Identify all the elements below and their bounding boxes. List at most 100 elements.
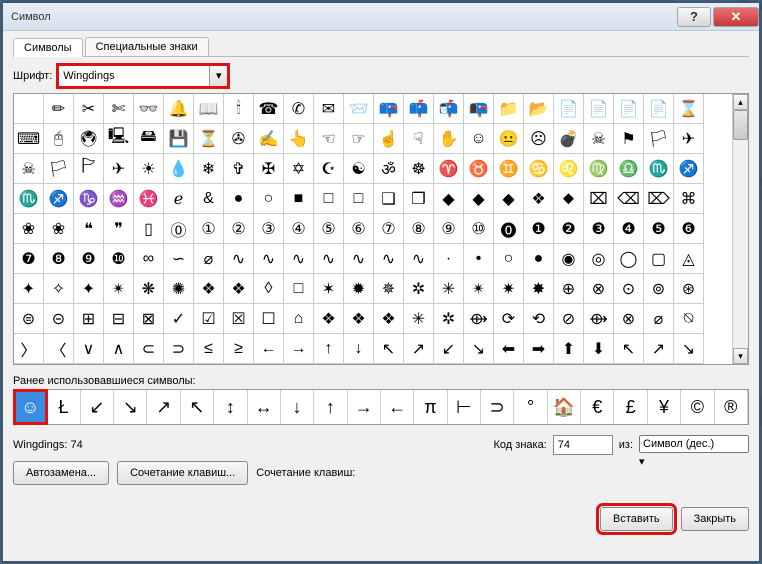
symbol-cell[interactable]: ❄: [194, 154, 224, 184]
symbol-cell[interactable]: 💣: [554, 124, 584, 154]
symbol-cell[interactable]: □: [344, 184, 374, 214]
symbol-cell[interactable]: ❻: [674, 214, 704, 244]
symbol-cell[interactable]: ❾: [74, 244, 104, 274]
symbol-cell[interactable]: ♒: [104, 184, 134, 214]
symbol-cell[interactable]: ✲: [404, 274, 434, 304]
recent-symbol-cell[interactable]: °: [514, 390, 547, 424]
recent-symbol-cell[interactable]: ⊃: [481, 390, 514, 424]
symbol-cell[interactable]: ∽: [164, 244, 194, 274]
symbol-cell[interactable]: ✦: [14, 274, 44, 304]
symbol-cell[interactable]: 📄: [644, 94, 674, 124]
symbol-cell[interactable]: ❑: [374, 184, 404, 214]
symbol-cell[interactable]: ⓿: [494, 214, 524, 244]
symbol-cell[interactable]: 📬: [434, 94, 464, 124]
symbol-cell[interactable]: ☎: [254, 94, 284, 124]
scrollbar[interactable]: ▴ ▾: [732, 94, 748, 364]
symbol-cell[interactable]: ⑨: [434, 214, 464, 244]
symbol-cell[interactable]: ⊟: [104, 304, 134, 334]
symbol-cell[interactable]: □: [284, 274, 314, 304]
symbol-cell[interactable]: 🖳: [104, 124, 134, 154]
symbol-cell[interactable]: ✺: [164, 274, 194, 304]
symbol-cell[interactable]: ⌧: [584, 184, 614, 214]
charset-combo[interactable]: ▾: [639, 435, 749, 455]
symbol-cell[interactable]: ✇: [224, 124, 254, 154]
symbol-cell[interactable]: ☸: [404, 154, 434, 184]
symbol-cell[interactable]: ⊞: [74, 304, 104, 334]
recent-symbol-cell[interactable]: €: [581, 390, 614, 424]
shortcut-button[interactable]: Сочетание клавиш...: [117, 461, 248, 485]
symbol-cell[interactable]: ↓: [344, 334, 374, 364]
symbol-cell[interactable]: ⚑: [614, 124, 644, 154]
symbol-cell[interactable]: ⊗: [614, 304, 644, 334]
symbol-cell[interactable]: 👓: [134, 94, 164, 124]
recent-symbol-cell[interactable]: ©: [681, 390, 714, 424]
symbol-cell[interactable]: ⊗: [584, 274, 614, 304]
symbol-cell[interactable]: ✏: [44, 94, 74, 124]
symbol-cell[interactable]: 🔔: [164, 94, 194, 124]
font-input[interactable]: [59, 66, 209, 86]
symbol-cell[interactable]: ⑦: [374, 214, 404, 244]
symbol-cell[interactable]: ⌀: [644, 304, 674, 334]
symbol-cell[interactable]: ⌛: [674, 94, 704, 124]
symbol-cell[interactable]: ⌘: [674, 184, 704, 214]
symbol-cell[interactable]: ↖: [374, 334, 404, 364]
symbol-cell[interactable]: ⊜: [14, 304, 44, 334]
symbol-cell[interactable]: ◯: [614, 244, 644, 274]
symbol-cell[interactable]: ⬇: [584, 334, 614, 364]
symbol-cell[interactable]: ✹: [344, 274, 374, 304]
symbol-cell[interactable]: ✈: [674, 124, 704, 154]
symbol-cell[interactable]: ♓: [134, 184, 164, 214]
symbol-cell[interactable]: ⊃: [164, 334, 194, 364]
symbol-cell[interactable]: ⊠: [134, 304, 164, 334]
scroll-up-button[interactable]: ▴: [733, 94, 748, 110]
close-button[interactable]: ✕: [713, 7, 759, 27]
symbol-cell[interactable]: ✳: [434, 274, 464, 304]
symbol-cell[interactable]: ✓: [164, 304, 194, 334]
symbol-cell[interactable]: ⏳: [194, 124, 224, 154]
symbol-cell[interactable]: ✴: [464, 274, 494, 304]
symbol-cell[interactable]: ↗: [404, 334, 434, 364]
symbol-cell[interactable]: ⬆: [554, 334, 584, 364]
symbol-cell[interactable]: ✞: [224, 154, 254, 184]
symbol-cell[interactable]: ✦: [74, 274, 104, 304]
symbol-cell[interactable]: ❖: [374, 304, 404, 334]
symbol-cell[interactable]: ❺: [644, 214, 674, 244]
recent-symbol-cell[interactable]: π: [414, 390, 447, 424]
symbol-cell[interactable]: ⍉: [674, 304, 704, 334]
symbol-cell[interactable]: ☑: [194, 304, 224, 334]
symbol-cell[interactable]: •: [464, 244, 494, 274]
symbol-cell[interactable]: ∿: [344, 244, 374, 274]
symbol-cell[interactable]: ⌫: [614, 184, 644, 214]
symbol-cell[interactable]: ◆: [464, 184, 494, 214]
symbol-cell[interactable]: ❖: [194, 274, 224, 304]
symbol-cell[interactable]: 📨: [344, 94, 374, 124]
recent-symbol-cell[interactable]: ¥: [648, 390, 681, 424]
recent-symbol-cell[interactable]: ↑: [314, 390, 347, 424]
recent-symbol-cell[interactable]: ☺: [14, 390, 47, 424]
symbol-cell[interactable]: ∿: [254, 244, 284, 274]
scroll-track[interactable]: [733, 110, 748, 348]
symbol-cell[interactable]: ●: [524, 244, 554, 274]
symbol-cell[interactable]: ℯ: [164, 184, 194, 214]
symbol-cell[interactable]: ✋: [434, 124, 464, 154]
symbol-cell[interactable]: 📂: [524, 94, 554, 124]
symbol-cell[interactable]: ❖: [344, 304, 374, 334]
symbol-cell[interactable]: ⑤: [314, 214, 344, 244]
symbol-cell[interactable]: ⑧: [404, 214, 434, 244]
symbol-cell[interactable]: ②: [224, 214, 254, 244]
symbol-cell[interactable]: ♐: [674, 154, 704, 184]
symbol-cell[interactable]: ✲: [434, 304, 464, 334]
symbol-cell[interactable]: →: [284, 334, 314, 364]
symbol-cell[interactable]: ♎: [614, 154, 644, 184]
symbol-cell[interactable]: ■: [284, 184, 314, 214]
symbol-cell[interactable]: ↘: [674, 334, 704, 364]
symbol-cell[interactable]: ⊕: [554, 274, 584, 304]
recent-symbol-cell[interactable]: →: [348, 390, 381, 424]
symbol-cell[interactable]: ∞: [134, 244, 164, 274]
symbol-cell[interactable]: ✷: [494, 274, 524, 304]
symbol-cell[interactable]: ▯: [134, 214, 164, 244]
symbol-cell[interactable]: ←: [254, 334, 284, 364]
symbol-cell[interactable]: ♊: [494, 154, 524, 184]
symbol-cell[interactable]: ↙: [434, 334, 464, 364]
symbol-cell[interactable]: ❹: [614, 214, 644, 244]
